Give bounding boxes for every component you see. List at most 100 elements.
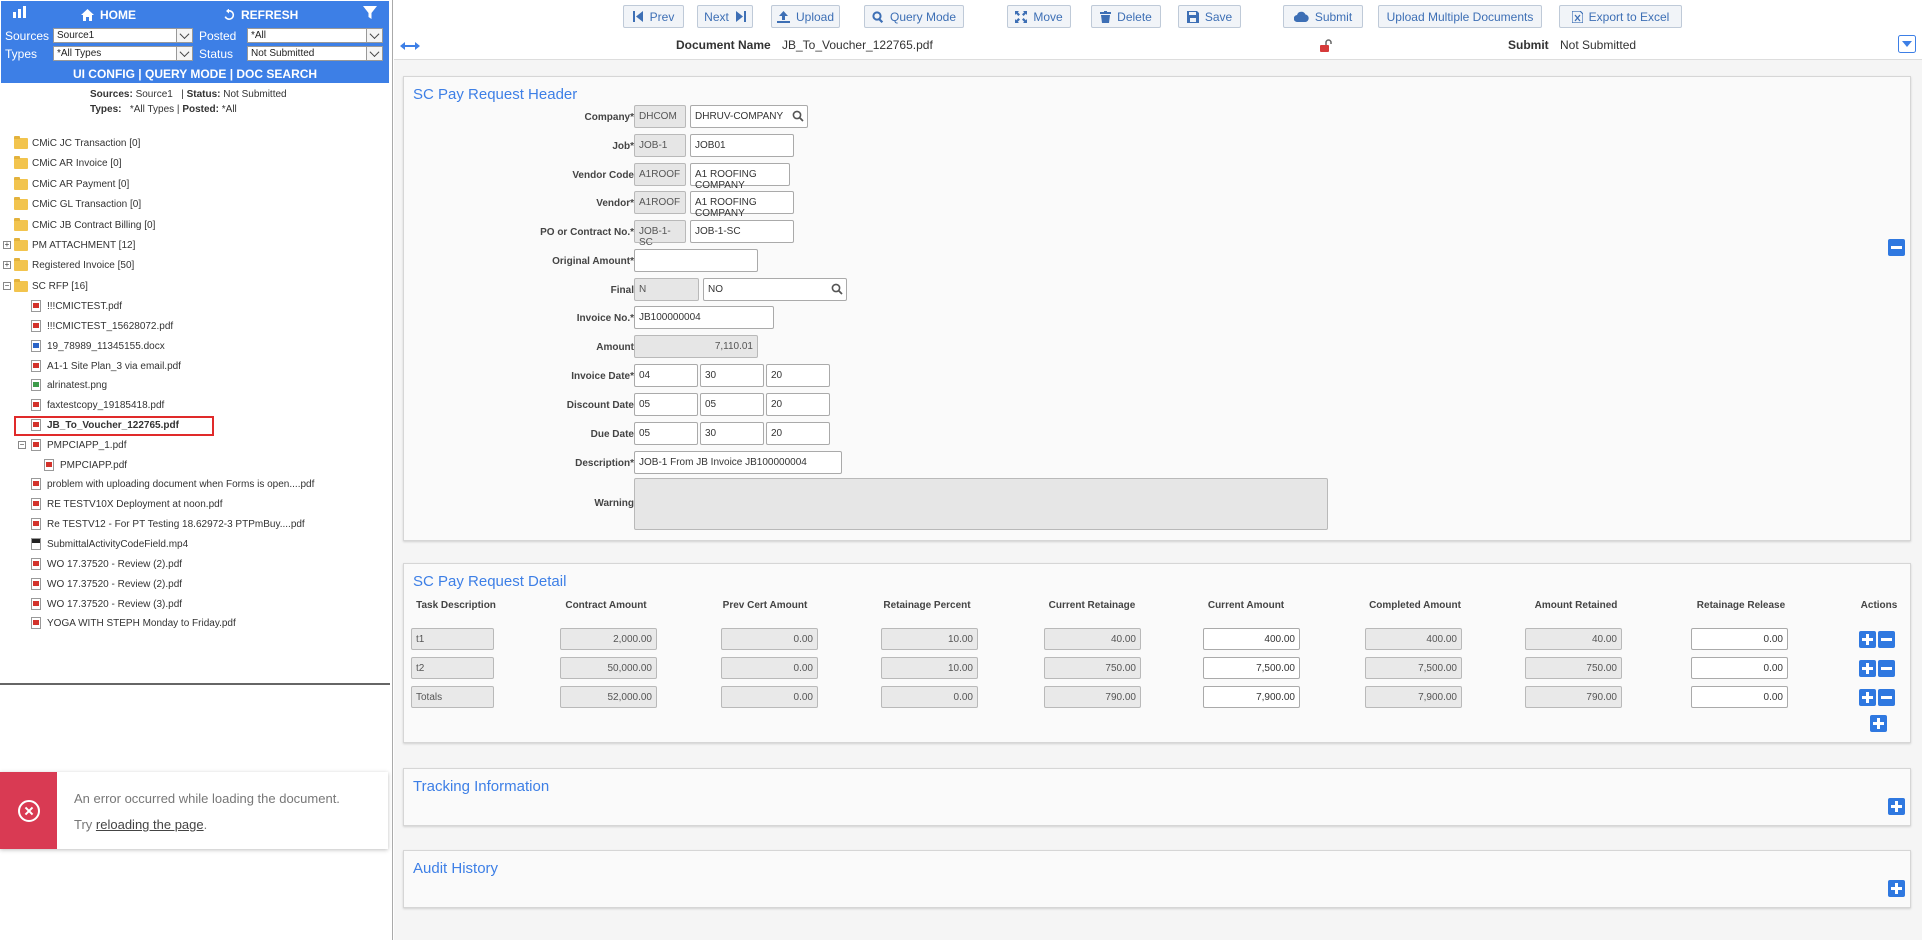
expand-section-button[interactable]: [1888, 798, 1905, 815]
description-field[interactable]: JOB-1 From JB Invoice JB100000004: [634, 451, 842, 474]
table-cell: 10.00: [881, 628, 978, 650]
table-cell[interactable]: 0.00: [1691, 657, 1788, 679]
tree-file[interactable]: WO 17.37520 - Review (2).pdf: [31, 556, 182, 572]
totals-cell[interactable]: 7,900.00: [1203, 686, 1300, 708]
ui-config-link[interactable]: UI CONFIG: [73, 67, 135, 81]
tree-file[interactable]: WO 17.37520 - Review (2).pdf: [31, 576, 182, 592]
excel-file-icon: [1571, 10, 1583, 23]
due-date-month[interactable]: 05: [634, 422, 698, 445]
tree-file[interactable]: YOGA WITH STEPH Monday to Friday.pdf: [31, 615, 236, 631]
selection-highlight: [14, 416, 214, 436]
search-icon[interactable]: [831, 283, 843, 295]
company-label: Company*: [584, 112, 634, 123]
vendor-code-name-field[interactable]: A1 ROOFING COMPANY: [690, 163, 790, 191]
final-name-field[interactable]: NO: [703, 278, 847, 301]
reload-page-link[interactable]: reloading the page: [96, 817, 204, 832]
tree-folder[interactable]: CMiC JC Transaction [0]: [14, 135, 140, 151]
tree-file[interactable]: !!!CMICTEST_15628072.pdf: [31, 318, 173, 334]
tree-file[interactable]: PMPCIAPP.pdf: [44, 457, 127, 473]
tree-file[interactable]: faxtestcopy_19185418.pdf: [31, 397, 164, 413]
tree-folder[interactable]: CMiC AR Invoice [0]: [14, 155, 121, 171]
po-name-field[interactable]: JOB-1-SC: [690, 220, 794, 243]
expand-plus-icon[interactable]: +: [3, 261, 11, 269]
sources-select[interactable]: Source1: [53, 28, 193, 43]
collapse-minus-icon[interactable]: −: [18, 441, 26, 449]
tree-file[interactable]: A1-1 Site Plan_3 via email.pdf: [31, 358, 181, 374]
add-detail-row-button[interactable]: [1870, 715, 1887, 732]
table-cell[interactable]: 7,500.00: [1203, 657, 1300, 679]
table-cell[interactable]: 0.00: [1691, 628, 1788, 650]
tree-file[interactable]: WO 17.37520 - Review (3).pdf: [31, 596, 182, 612]
search-icon: [872, 10, 884, 23]
tree-file[interactable]: 19_78989_11345155.docx: [31, 338, 165, 354]
search-icon[interactable]: [792, 110, 804, 122]
tree-file[interactable]: !!!CMICTEST.pdf: [31, 298, 122, 314]
tree-folder[interactable]: CMiC GL Transaction [0]: [14, 196, 141, 212]
job-name-field[interactable]: JOB01: [690, 134, 794, 157]
add-row-button[interactable]: [1859, 689, 1876, 706]
totals-cell[interactable]: 0.00: [1691, 686, 1788, 708]
export-excel-button[interactable]: Export to Excel: [1559, 5, 1682, 28]
remove-row-button[interactable]: [1878, 689, 1895, 706]
collapse-section-button[interactable]: [1888, 239, 1905, 256]
upload-button[interactable]: Upload: [771, 5, 840, 28]
collapse-minus-icon[interactable]: −: [3, 282, 11, 290]
tree-folder[interactable]: Registered Invoice [50]: [14, 257, 134, 273]
tree-file[interactable]: Re TESTV12 - For PT Testing 18.62972-3 P…: [31, 516, 305, 532]
original-amount-field[interactable]: [634, 249, 758, 272]
delete-label: Delete: [1117, 9, 1152, 24]
invoice-date-day[interactable]: 30: [700, 364, 764, 387]
invoice-date-month[interactable]: 04: [634, 364, 698, 387]
query-mode-button[interactable]: Query Mode: [864, 5, 964, 28]
filter-icon[interactable]: [363, 6, 377, 20]
column-header: Current Amount: [1207, 600, 1285, 611]
tree-file[interactable]: SubmittalActivityCodeField.mp4: [31, 536, 188, 552]
doc-search-link[interactable]: DOC SEARCH: [236, 67, 317, 81]
types-select[interactable]: *All Types: [53, 46, 193, 61]
tree-file[interactable]: problem with uploading document when For…: [31, 476, 314, 492]
query-mode-link[interactable]: QUERY MODE: [145, 67, 226, 81]
tree-file[interactable]: alrinatest.png: [31, 377, 107, 393]
tree-folder[interactable]: CMiC JB Contract Billing [0]: [14, 217, 155, 233]
remove-row-button[interactable]: [1878, 631, 1895, 648]
table-cell[interactable]: 400.00: [1203, 628, 1300, 650]
stats-icon[interactable]: [13, 6, 27, 18]
panel-splitter[interactable]: [0, 683, 390, 685]
save-button[interactable]: Save: [1178, 5, 1241, 28]
move-button[interactable]: Move: [1007, 5, 1071, 28]
home-button[interactable]: HOME: [81, 5, 136, 25]
tree-folder[interactable]: PM ATTACHMENT [12]: [14, 237, 135, 253]
status-select[interactable]: Not Submitted: [247, 46, 383, 61]
discount-date-month[interactable]: 05: [634, 393, 698, 416]
tree-folder[interactable]: CMiC AR Payment [0]: [14, 176, 129, 192]
chevron-down-icon[interactable]: [1898, 35, 1916, 53]
tree-folder-label: CMiC JC Transaction [0]: [32, 137, 141, 149]
upload-multiple-button[interactable]: Upload Multiple Documents: [1378, 5, 1542, 28]
submit-button[interactable]: Submit: [1283, 5, 1363, 28]
due-date-day[interactable]: 30: [700, 422, 764, 445]
pdf-file-icon: [31, 320, 41, 332]
pdf-file-icon: [31, 399, 41, 411]
invoice-no-field[interactable]: JB100000004: [634, 306, 774, 329]
expand-section-button[interactable]: [1888, 880, 1905, 897]
next-button[interactable]: Next: [697, 5, 753, 28]
delete-button[interactable]: Delete: [1091, 5, 1161, 28]
posted-select[interactable]: *All: [247, 28, 383, 43]
tree-file[interactable]: PMPCIAPP_1.pdf: [31, 437, 126, 453]
expand-plus-icon[interactable]: +: [3, 241, 11, 249]
remove-row-button[interactable]: [1878, 660, 1895, 677]
discount-date-year[interactable]: 20: [766, 393, 830, 416]
vendor-name-field[interactable]: A1 ROOFING COMPANY: [690, 191, 794, 219]
add-row-button[interactable]: [1859, 660, 1876, 677]
resize-horizontal-icon[interactable]: [400, 42, 420, 50]
tree-folder[interactable]: SC RFP [16]: [14, 278, 88, 294]
company-name-field[interactable]: DHRUV-COMPANY: [690, 105, 808, 128]
tree-file[interactable]: RE TESTV10X Deployment at noon.pdf: [31, 496, 222, 512]
discount-date-day[interactable]: 05: [700, 393, 764, 416]
refresh-button[interactable]: REFRESH: [223, 5, 298, 25]
add-row-button[interactable]: [1859, 631, 1876, 648]
invoice-date-year[interactable]: 20: [766, 364, 830, 387]
due-date-year[interactable]: 20: [766, 422, 830, 445]
prev-button[interactable]: Prev: [623, 5, 684, 28]
unlock-icon[interactable]: [1319, 39, 1332, 52]
